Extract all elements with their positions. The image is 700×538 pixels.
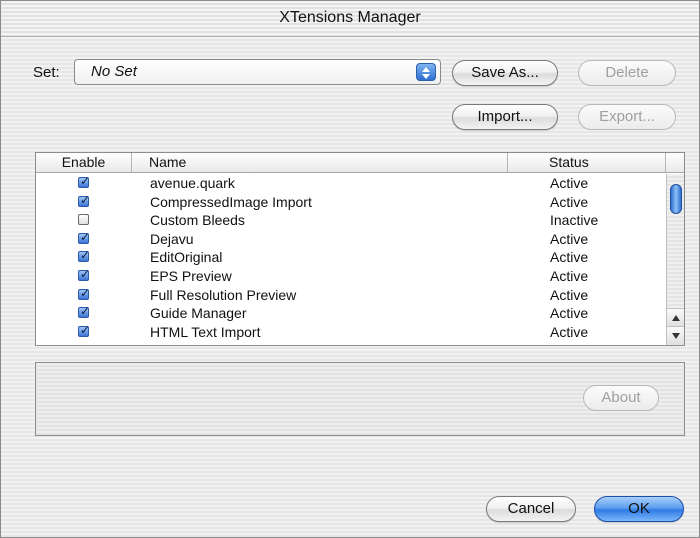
list-row[interactable]: ✓ CompressedImage Import Active [36, 193, 666, 212]
row-status: Active [550, 193, 589, 210]
list-row[interactable]: ✓ Dejavu Active [36, 230, 666, 249]
list-row[interactable]: ✓ EPS Preview Active [36, 267, 666, 286]
list-row[interactable]: Custom Bleeds Inactive [36, 211, 666, 230]
row-name: EPS Preview [150, 267, 232, 284]
delete-button[interactable]: Delete [578, 60, 676, 86]
list-row[interactable]: ✓ avenue.quark Active [36, 174, 666, 193]
enable-checkbox[interactable]: ✓ [78, 322, 91, 337]
row-name: Custom Bleeds [150, 212, 245, 229]
list-rows: ✓ avenue.quark Active ✓ CompressedImage Impo… [36, 174, 666, 341]
cancel-button[interactable]: Cancel [486, 496, 576, 522]
enable-checkbox[interactable]: ✓ [78, 248, 91, 263]
row-status: Active [550, 175, 589, 191]
scroll-thumb[interactable] [670, 184, 682, 214]
checkmark-icon: ✓ [80, 266, 91, 281]
enable-checkbox[interactable]: ✓ [78, 174, 91, 188]
checkmark-icon: ✓ [80, 285, 91, 300]
row-name: avenue.quark [150, 175, 235, 191]
enable-checkbox[interactable] [78, 214, 89, 226]
list-row[interactable]: ✓ EditOriginal Active [36, 248, 666, 267]
scroll-down-arrow-icon[interactable] [667, 326, 684, 344]
list-row[interactable]: ✓ Guide Manager Active [36, 304, 666, 323]
list-scrollbar[interactable] [666, 174, 684, 345]
enable-checkbox[interactable]: ✓ [78, 266, 91, 281]
row-status: Active [550, 267, 589, 284]
row-name: CompressedImage Import [150, 193, 312, 210]
row-status: Active [550, 323, 589, 340]
import-button[interactable]: Import... [452, 104, 558, 130]
set-label: Set: [33, 64, 60, 81]
set-popup[interactable]: No Set [74, 59, 441, 85]
popup-arrows-icon [416, 63, 436, 81]
row-status: Active [550, 249, 589, 266]
enable-checkbox[interactable]: ✓ [78, 229, 91, 244]
save-as-button[interactable]: Save As... [452, 60, 558, 86]
row-status: Active [550, 230, 589, 247]
title-bar[interactable]: XTensions Manager [1, 1, 699, 37]
row-status: Inactive [550, 212, 599, 229]
enable-checkbox[interactable]: ✓ [78, 304, 91, 319]
ok-button[interactable]: OK [594, 496, 684, 522]
set-popup-value: No Set [91, 63, 137, 80]
checkmark-icon: ✓ [80, 248, 91, 263]
row-name: EditOriginal [150, 249, 223, 266]
list-header: Enable Name Status [36, 153, 684, 173]
checkmark-icon: ✓ [80, 322, 91, 337]
scroll-up-arrow-icon[interactable] [667, 308, 684, 326]
row-name: HTML Text Import [150, 323, 261, 340]
xtensions-manager-window: XTensions Manager Set: No Set Save As...… [0, 0, 700, 538]
row-status: Active [550, 286, 589, 303]
about-panel: About [35, 362, 685, 436]
export-button[interactable]: Export... [578, 104, 676, 130]
enable-checkbox[interactable]: ✓ [78, 192, 91, 207]
column-header-status[interactable]: Status [508, 153, 666, 172]
xtensions-list[interactable]: Enable Name Status ✓ avenue.quark Active ✓ C… [35, 152, 685, 346]
list-row[interactable]: ✓ Full Resolution Preview Active [36, 286, 666, 305]
window-title: XTensions Manager [279, 9, 421, 26]
checkmark-icon: ✓ [80, 174, 91, 188]
row-status: Active [550, 305, 589, 322]
column-header-name[interactable]: Name [132, 153, 508, 172]
enable-checkbox[interactable]: ✓ [78, 285, 91, 300]
list-row[interactable]: ✓ HTML Text Import Active [36, 323, 666, 342]
row-name: Full Resolution Preview [150, 286, 297, 303]
column-header-enable[interactable]: Enable [36, 153, 132, 172]
checkmark-icon: ✓ [80, 304, 91, 319]
checkmark-icon: ✓ [80, 229, 91, 244]
checkmark-icon: ✓ [80, 192, 91, 207]
row-name: Dejavu [150, 230, 194, 247]
about-button[interactable]: About [583, 385, 659, 411]
row-name: Guide Manager [150, 305, 247, 322]
